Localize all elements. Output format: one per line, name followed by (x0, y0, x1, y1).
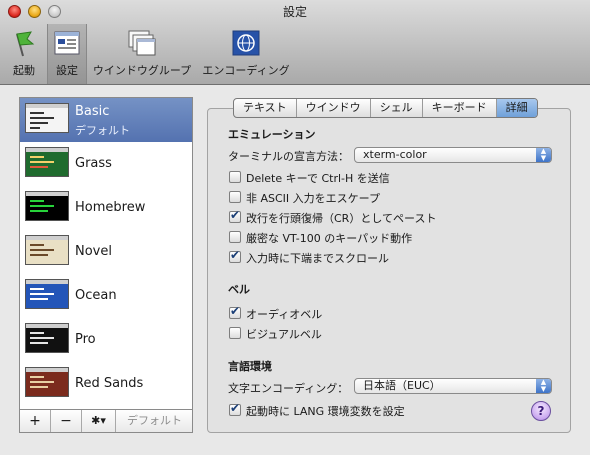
terminal-type-popup[interactable]: xterm-color ▲ ▼ (354, 147, 552, 163)
toolbar-encoding[interactable]: エンコーディング (198, 24, 294, 84)
scroll-to-bottom-checkbox[interactable] (229, 248, 241, 263)
profile-name: Pro (75, 332, 96, 347)
toolbar-label-startup: 起動 (13, 64, 35, 77)
character-encoding-value: 日本語（EUC） (363, 379, 441, 392)
audio-bell-label: オーディオベル (246, 308, 323, 321)
window-groups-icon (128, 30, 156, 56)
toolbar-label-settings: 設定 (56, 64, 78, 77)
remove-profile-button[interactable]: − (51, 410, 82, 432)
strict-vt100-keypad-checkbox[interactable] (229, 231, 241, 243)
settings-window: 設定 起動 設定 ウインドウグループ エンコーディング Basic デフォルト … (0, 0, 590, 455)
profile-name: Basic (75, 104, 110, 119)
profile-list: Basic デフォルト Grass Homebrew Novel Ocean P… (19, 97, 193, 433)
profile-item-novel[interactable]: Novel (20, 230, 192, 274)
visual-bell-checkbox[interactable] (229, 327, 241, 339)
add-profile-button[interactable]: + (20, 410, 51, 432)
profile-item-homebrew[interactable]: Homebrew (20, 186, 192, 230)
gear-menu-button[interactable]: ✱▾ (82, 410, 116, 432)
toolbar-window-groups[interactable]: ウインドウグループ (91, 24, 193, 84)
toolbar-label-encoding: エンコーディング (202, 64, 290, 77)
profile-thumbnail (25, 191, 69, 221)
terminal-type-value: xterm-color (363, 148, 427, 161)
delete-ctrl-h-label: Delete キーで Ctrl-H を送信 (246, 172, 390, 185)
encoding-globe-icon (232, 30, 260, 56)
profile-item-grass[interactable]: Grass (20, 142, 192, 186)
emulation-heading: エミュレーション (228, 128, 316, 141)
bell-heading: ベル (228, 283, 250, 296)
escape-non-ascii-checkbox[interactable] (229, 191, 241, 203)
tab-text[interactable]: テキスト (234, 99, 297, 117)
set-default-button[interactable]: デフォルト (116, 410, 193, 432)
character-encoding-label: 文字エンコーディング： (228, 382, 349, 395)
profile-item-ocean[interactable]: Ocean (20, 274, 192, 318)
profile-name: Novel (75, 244, 112, 259)
tab-shell[interactable]: シェル (371, 99, 423, 117)
character-encoding-popup[interactable]: 日本語（EUC） ▲ ▼ (354, 378, 552, 394)
settings-window-icon (54, 31, 80, 55)
toolbar-startup[interactable]: 起動 (6, 24, 42, 84)
profile-thumbnail (25, 367, 69, 397)
launch-flag-icon (16, 31, 35, 57)
settings-tabs: テキスト ウインドウ シェル キーボード 詳細 (233, 98, 538, 118)
set-lang-env-label: 起動時に LANG 環境変数を設定 (246, 405, 405, 418)
visual-bell-label: ビジュアルベル (246, 328, 322, 341)
escape-non-ascii-label: 非 ASCII 入力をエスケープ (246, 192, 381, 205)
profile-name: Ocean (75, 288, 117, 303)
toolbar-label-window-groups: ウインドウグループ (92, 64, 192, 77)
paste-newline-cr-checkbox[interactable] (229, 208, 241, 223)
audio-bell-checkbox[interactable] (229, 304, 241, 319)
window-title: 設定 (282, 5, 307, 19)
profile-item-red-sands[interactable]: Red Sands (20, 362, 192, 406)
profile-thumbnail (25, 103, 69, 133)
paste-newline-cr-label: 改行を行頭復帰（CR）としてペースト (246, 212, 437, 225)
set-lang-env-checkbox[interactable] (229, 401, 241, 416)
profile-item-pro[interactable]: Pro (20, 318, 192, 362)
title-bar: 設定 起動 設定 ウインドウグループ エンコーディング (0, 0, 590, 85)
help-button[interactable]: ? (531, 401, 551, 421)
profile-name: Grass (75, 156, 112, 171)
toolbar-settings[interactable]: 設定 (47, 24, 87, 84)
popup-arrows-icon: ▲ ▼ (536, 379, 551, 393)
profile-thumbnail (25, 147, 69, 177)
profile-default-label: デフォルト (75, 124, 130, 137)
profile-name: Homebrew (75, 200, 146, 215)
tab-keyboard[interactable]: キーボード (423, 99, 497, 117)
profile-thumbnail (25, 279, 69, 309)
profile-thumbnail (25, 323, 69, 353)
profile-list-toolbar: + − ✱▾ デフォルト (19, 409, 193, 433)
language-heading: 言語環境 (228, 360, 272, 373)
profile-thumbnail (25, 235, 69, 265)
delete-ctrl-h-checkbox[interactable] (229, 171, 241, 183)
strict-vt100-keypad-label: 厳密な VT-100 のキーパッド動作 (246, 232, 413, 245)
profile-name: Red Sands (75, 376, 144, 391)
tab-advanced[interactable]: 詳細 (496, 99, 537, 117)
tab-window[interactable]: ウインドウ (297, 99, 371, 117)
profile-item-basic[interactable]: Basic デフォルト (20, 98, 192, 142)
terminal-declaration-label: ターミナルの宣言方法： (228, 150, 349, 163)
popup-arrows-icon: ▲ ▼ (536, 148, 551, 162)
scroll-to-bottom-label: 入力時に下端までスクロール (246, 252, 389, 265)
